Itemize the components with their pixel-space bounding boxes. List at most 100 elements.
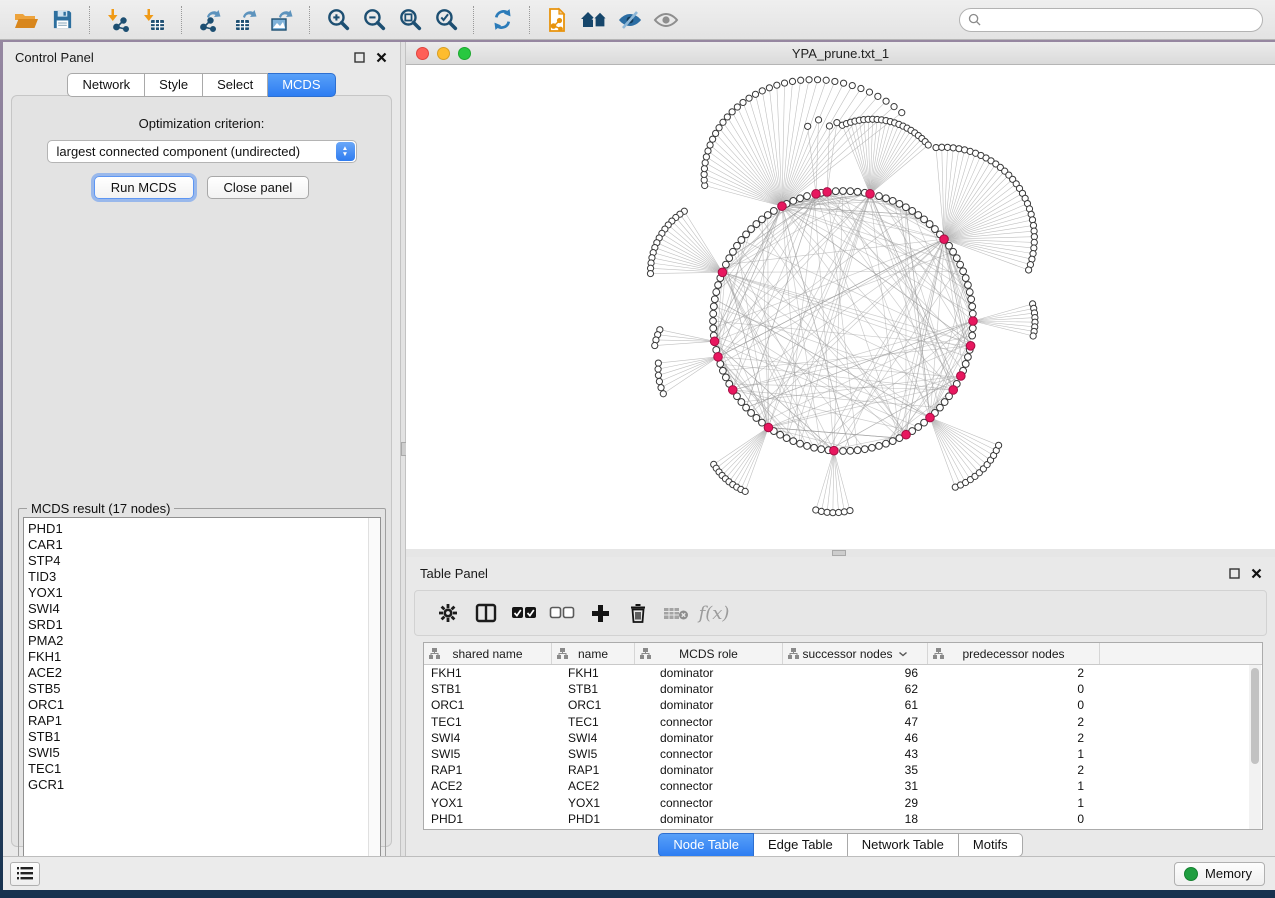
delete-column-button[interactable]: [621, 595, 655, 631]
tab-edge-table[interactable]: Edge Table: [754, 833, 848, 857]
network-hub-node[interactable]: [902, 430, 911, 439]
mcds-result-item[interactable]: TEC1: [28, 761, 380, 777]
network-hub-node[interactable]: [940, 235, 949, 244]
network-node[interactable]: [805, 123, 811, 129]
network-node[interactable]: [710, 310, 717, 317]
network-node[interactable]: [969, 303, 976, 310]
network-node[interactable]: [719, 367, 726, 374]
network-node[interactable]: [701, 171, 707, 177]
network-node[interactable]: [950, 145, 956, 151]
network-node[interactable]: [849, 82, 855, 88]
network-node[interactable]: [804, 443, 811, 450]
network-node[interactable]: [866, 89, 872, 95]
delete-table-button[interactable]: [659, 595, 693, 631]
table-row[interactable]: ACE2ACE2connector311: [424, 778, 1262, 794]
apply-function-button[interactable]: f(x): [697, 595, 731, 631]
network-node[interactable]: [710, 136, 716, 142]
network-node[interactable]: [722, 261, 729, 268]
network-node[interactable]: [789, 78, 795, 84]
network-node[interactable]: [896, 200, 903, 207]
network-node[interactable]: [840, 188, 847, 195]
tab-select[interactable]: Select: [203, 73, 268, 97]
import-network-file-button[interactable]: [103, 4, 133, 36]
network-node[interactable]: [713, 289, 720, 296]
network-node[interactable]: [730, 248, 737, 255]
table-scrollbar[interactable]: [1249, 665, 1261, 829]
network-node[interactable]: [854, 188, 861, 195]
mcds-result-list[interactable]: PHD1CAR1STP4TID3YOX1SWI4SRD1PMA2FKH1ACE2…: [23, 517, 381, 877]
network-node[interactable]: [710, 303, 717, 310]
tab-network-table[interactable]: Network Table: [848, 833, 959, 857]
network-node[interactable]: [705, 148, 711, 154]
network-node[interactable]: [759, 216, 766, 223]
memory-button[interactable]: Memory: [1174, 862, 1265, 886]
network-node[interactable]: [815, 117, 821, 123]
table-row[interactable]: SWI4SWI4dominator462: [424, 730, 1262, 746]
network-node[interactable]: [915, 424, 922, 431]
network-node[interactable]: [823, 77, 829, 83]
network-node[interactable]: [869, 444, 876, 451]
network-node[interactable]: [824, 509, 830, 515]
mcds-result-item[interactable]: STP4: [28, 553, 380, 569]
mcds-result-item[interactable]: SRD1: [28, 617, 380, 633]
network-node[interactable]: [703, 154, 709, 160]
network-node[interactable]: [738, 237, 745, 244]
network-node[interactable]: [969, 332, 976, 339]
network-node[interactable]: [742, 488, 748, 494]
network-node[interactable]: [781, 80, 787, 86]
network-node[interactable]: [777, 431, 784, 438]
network-node[interactable]: [722, 374, 729, 381]
network-node[interactable]: [707, 142, 713, 148]
splitter-handle[interactable]: [832, 550, 846, 556]
network-node[interactable]: [966, 289, 973, 296]
horizontal-splitter[interactable]: [406, 549, 1275, 557]
network-node[interactable]: [965, 354, 972, 361]
return-home-button[interactable]: [579, 4, 609, 36]
table-row[interactable]: FKH1FKH1dominator962: [424, 665, 1262, 681]
network-node[interactable]: [743, 404, 750, 411]
network-node[interactable]: [941, 399, 948, 406]
table-settings-button[interactable]: [431, 595, 465, 631]
network-node[interactable]: [656, 378, 662, 384]
network-node[interactable]: [889, 438, 896, 445]
network-node[interactable]: [883, 440, 890, 447]
network-node[interactable]: [847, 188, 854, 195]
network-node[interactable]: [818, 446, 825, 453]
float-panel-icon[interactable]: [1227, 566, 1241, 580]
network-hub-node[interactable]: [949, 386, 958, 395]
zoom-fit-button[interactable]: [395, 4, 425, 36]
column-header-predecessor-nodes[interactable]: predecessor nodes: [928, 643, 1100, 664]
network-hub-node[interactable]: [812, 190, 821, 199]
mcds-result-item[interactable]: CAR1: [28, 537, 380, 553]
network-node[interactable]: [752, 91, 758, 97]
show-graphics-button[interactable]: [651, 4, 681, 36]
network-node[interactable]: [710, 318, 717, 325]
network-canvas[interactable]: [406, 65, 1275, 549]
network-node[interactable]: [957, 261, 964, 268]
mcds-list-scrollbar[interactable]: [368, 518, 380, 876]
float-panel-icon[interactable]: [352, 50, 366, 64]
hide-graphics-button[interactable]: [615, 4, 645, 36]
network-node[interactable]: [753, 415, 760, 422]
network-node[interactable]: [740, 99, 746, 105]
network-node[interactable]: [660, 391, 666, 397]
network-node[interactable]: [702, 160, 708, 166]
network-node[interactable]: [716, 125, 722, 131]
network-node[interactable]: [836, 509, 842, 515]
network-node[interactable]: [925, 142, 931, 148]
network-node[interactable]: [962, 361, 969, 368]
column-header-name[interactable]: name: [552, 643, 635, 664]
network-node[interactable]: [746, 95, 752, 101]
network-node[interactable]: [811, 444, 818, 451]
network-node[interactable]: [875, 93, 881, 99]
network-node[interactable]: [956, 146, 962, 152]
split-columns-button[interactable]: [469, 595, 503, 631]
network-hub-node[interactable]: [866, 190, 875, 199]
table-row[interactable]: SWI5SWI5connector431: [424, 746, 1262, 762]
network-node[interactable]: [764, 212, 771, 219]
export-network-button[interactable]: [195, 4, 225, 36]
network-node[interactable]: [774, 82, 780, 88]
table-row[interactable]: ORC1ORC1dominator610: [424, 697, 1262, 713]
network-node[interactable]: [953, 255, 960, 262]
mcds-result-item[interactable]: RAP1: [28, 713, 380, 729]
